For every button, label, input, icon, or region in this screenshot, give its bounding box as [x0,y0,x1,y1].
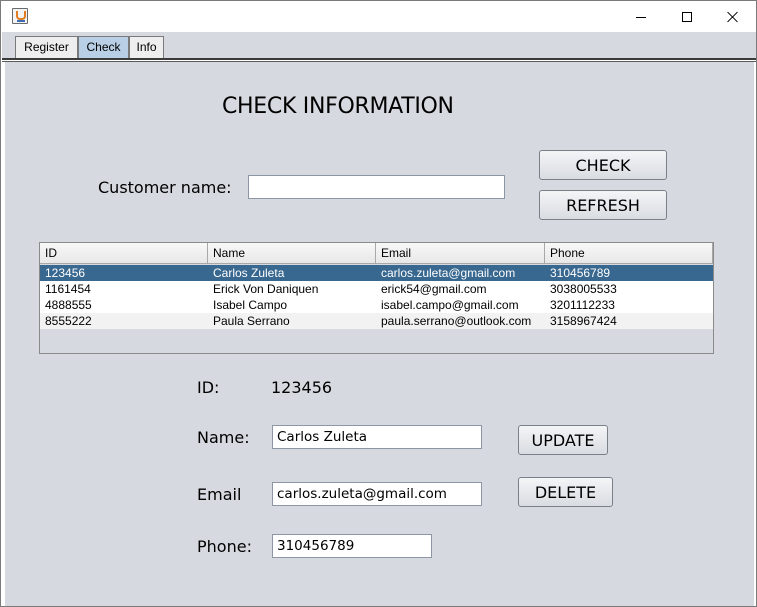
app-window: Register Check Info CHECK INFORMATION Cu… [0,0,757,607]
tab-info[interactable]: Info [129,36,164,58]
cell-email: paula.serrano@outlook.com [381,314,532,328]
table-row[interactable]: 4888555 Isabel Campo isabel.campo@gmail.… [40,297,713,313]
title-bar[interactable] [2,2,756,32]
cell-phone: 310456789 [550,266,611,280]
phone-label: Phone: [197,537,252,556]
cell-email: erick54@gmail.com [381,282,487,296]
cell-phone: 3038005533 [550,282,617,296]
refresh-button[interactable]: REFRESH [539,190,667,220]
customer-name-label: Customer name: [98,178,232,197]
cell-name: Erick Von Daniquen [213,282,319,296]
page-title: CHECK INFORMATION [222,94,454,119]
cell-phone: 3201112233 [550,298,615,312]
customer-table[interactable]: ID Name Email Phone 123456 Carlos Zuleta… [39,242,714,354]
cell-email: carlos.zuleta@gmail.com [381,266,516,280]
cell-phone: 3158967424 [550,314,617,328]
cell-name: Paula Serrano [213,314,290,328]
phone-field[interactable]: 310456789 [272,534,432,558]
minimize-button[interactable] [618,2,664,32]
cell-name: Carlos Zuleta [213,266,285,280]
tab-strip: Register Check Info [2,32,756,59]
email-field[interactable]: carlos.zuleta@gmail.com [272,482,482,506]
name-label: Name: [197,428,250,447]
table-row[interactable]: 1161454 Erick Von Daniquen erick54@gmail… [40,281,713,297]
maximize-button[interactable] [664,2,710,32]
check-button[interactable]: CHECK [539,150,667,180]
column-header-id[interactable]: ID [40,243,208,264]
table-row[interactable]: 8555222 Paula Serrano paula.serrano@outl… [40,313,713,329]
delete-button[interactable]: DELETE [518,477,613,507]
close-icon [727,11,739,23]
tab-check[interactable]: Check [78,36,129,58]
email-label: Email [197,485,242,504]
table-row[interactable]: 123456 Carlos Zuleta carlos.zuleta@gmail… [40,265,713,281]
cell-id: 8555222 [45,314,92,328]
maximize-icon [682,12,692,22]
tab-register[interactable]: Register [15,36,78,58]
column-header-email[interactable]: Email [376,243,545,264]
cell-email: isabel.campo@gmail.com [381,298,519,312]
java-coffee-icon [12,8,28,24]
id-value: 123456 [271,378,333,397]
column-header-name[interactable]: Name [208,243,376,264]
cell-id: 4888555 [45,298,92,312]
name-field[interactable]: Carlos Zuleta [272,425,482,449]
table-header: ID Name Email Phone [40,243,713,264]
cell-name: Isabel Campo [213,298,288,312]
customer-name-input[interactable] [248,175,505,199]
close-button[interactable] [710,2,756,32]
id-label: ID: [197,378,220,397]
tab-divider [2,58,756,60]
minimize-icon [636,16,646,18]
cell-id: 1161454 [45,282,91,296]
cell-id: 123456 [45,266,86,280]
update-button[interactable]: UPDATE [518,425,608,455]
column-header-phone[interactable]: Phone [545,243,713,264]
